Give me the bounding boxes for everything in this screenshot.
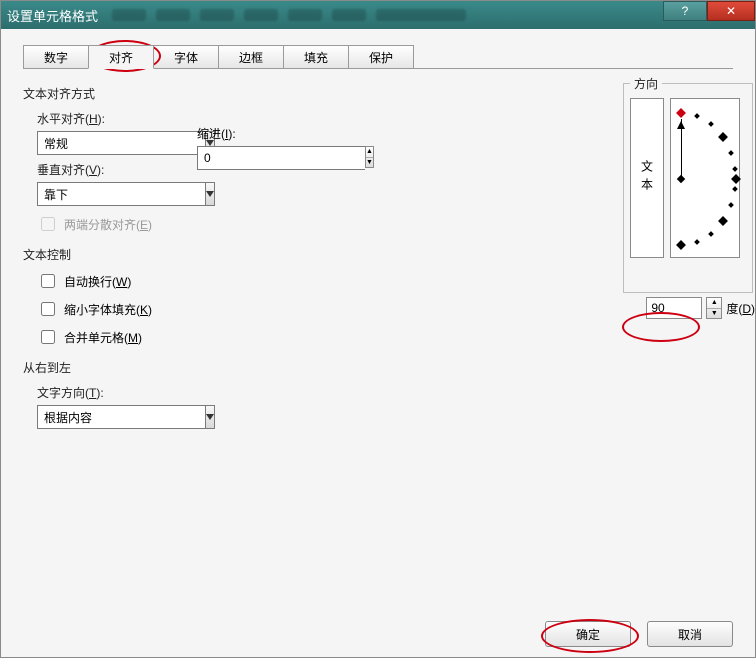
degree-input[interactable] — [646, 297, 702, 319]
orientation-group: 方向 文本 — [623, 75, 753, 293]
indent-spinner[interactable]: ▲▼ — [197, 146, 277, 170]
checkbox-shrink-input[interactable] — [41, 302, 55, 316]
tab-fill[interactable]: 填充 — [283, 45, 349, 69]
combo-horizontal[interactable] — [37, 131, 177, 155]
tabstrip: 数字 对齐 字体 边框 填充 保护 — [23, 45, 755, 69]
checkbox-shrink[interactable]: 缩小字体填充(K) — [37, 299, 733, 319]
tab-font[interactable]: 字体 — [153, 45, 219, 69]
section-rtl: 从右到左 — [23, 359, 733, 376]
checkbox-merge[interactable]: 合并单元格(M) — [37, 327, 733, 347]
label-text-direction: 文字方向(T): — [37, 384, 733, 401]
tab-border[interactable]: 边框 — [218, 45, 284, 69]
orientation-dial[interactable] — [670, 98, 740, 258]
orientation-legend: 方向 — [630, 75, 662, 92]
combo-textdir-input[interactable] — [37, 405, 205, 429]
tab-number[interactable]: 数字 — [23, 45, 89, 69]
cancel-button[interactable]: 取消 — [647, 621, 733, 647]
chevron-down-icon[interactable] — [205, 182, 215, 206]
checkbox-merge-label: 合并单元格(M) — [64, 329, 142, 346]
tab-alignment[interactable]: 对齐 — [88, 45, 154, 69]
indent-spinner-buttons[interactable]: ▲▼ — [365, 146, 374, 168]
ok-button[interactable]: 确定 — [545, 621, 631, 647]
degree-label: 度(D) — [726, 300, 755, 317]
vertical-text-button[interactable]: 文本 — [630, 98, 664, 258]
window-title: 设置单元格格式 — [7, 6, 98, 25]
checkbox-merge-input[interactable] — [41, 330, 55, 344]
combo-vertical-input[interactable] — [37, 182, 205, 206]
blurred-ribbon — [112, 9, 466, 21]
label-indent: 缩进(I): — [197, 125, 277, 142]
tab-protection[interactable]: 保护 — [348, 45, 414, 69]
checkbox-justify-label: 两端分散对齐(E) — [64, 216, 152, 233]
checkbox-shrink-label: 缩小字体填充(K) — [64, 301, 152, 318]
checkbox-justify-input — [41, 217, 55, 231]
combo-horizontal-input[interactable] — [37, 131, 205, 155]
indent-input[interactable] — [197, 146, 365, 170]
checkbox-wrap-label: 自动换行(W) — [64, 273, 131, 290]
degree-spinner[interactable]: ▲▼ — [706, 297, 722, 319]
checkbox-wrap-input[interactable] — [41, 274, 55, 288]
help-button[interactable]: ? — [663, 1, 707, 21]
combo-text-direction[interactable] — [37, 405, 147, 429]
close-button[interactable]: ✕ — [707, 1, 755, 21]
combo-vertical[interactable] — [37, 182, 177, 206]
titlebar: 设置单元格格式 ? ✕ — [1, 1, 755, 29]
chevron-down-icon[interactable] — [205, 405, 215, 429]
